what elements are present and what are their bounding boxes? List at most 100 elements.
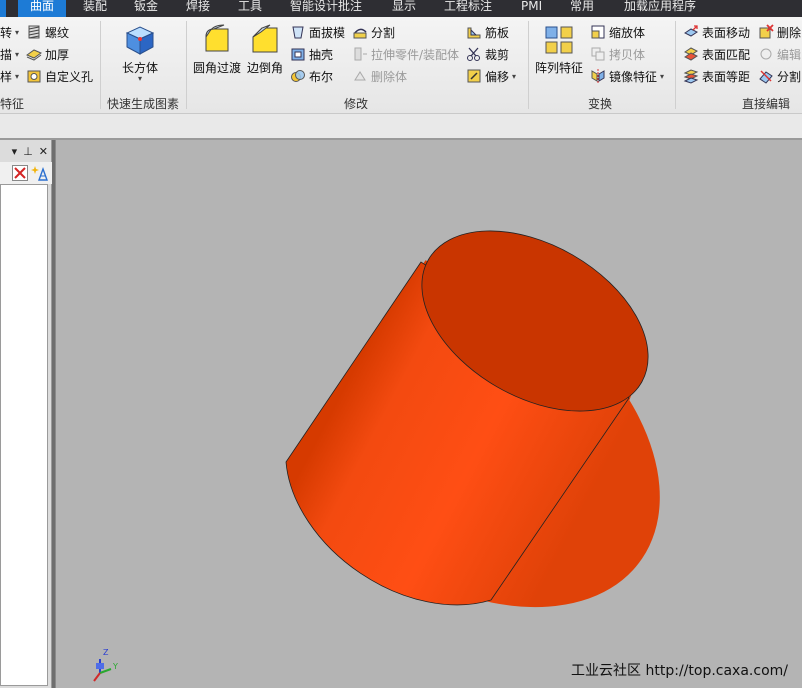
mirror-feature-button[interactable]: 镜像特征 ▾: [590, 66, 664, 86]
custom-hole-icon: [27, 70, 41, 83]
scissors-icon: [467, 47, 480, 61]
tab-welding[interactable]: 焊接: [186, 0, 210, 17]
pattern-feature-button[interactable]: 阵列特征: [535, 23, 583, 76]
chevron-down-icon: ▾: [512, 71, 517, 81]
rib-button[interactable]: 筋板: [466, 22, 509, 42]
design-tree[interactable]: [0, 184, 48, 686]
fillet-icon: [205, 24, 229, 52]
tab-assembly[interactable]: 装配: [83, 0, 107, 17]
group-separator: [186, 21, 187, 109]
group-title-quick: 快速生成图素: [107, 97, 180, 111]
chevron-down-icon: ▾: [138, 74, 143, 83]
menu-tab-bar: 曲面 装配 钣金 焊接 工具 智能设计批注 显示 工程标注 PMI 常用 加载应…: [0, 0, 802, 17]
cube-icon: [125, 26, 155, 55]
tab-surface[interactable]: 曲面: [18, 0, 67, 17]
axis-z-label: Z: [103, 648, 109, 657]
sweep-button[interactable]: 描 ▾: [0, 44, 19, 64]
face-draft-button[interactable]: 面拔模: [290, 22, 345, 42]
delete-face-button[interactable]: 删除: [758, 22, 801, 42]
cancel-icon[interactable]: [12, 165, 28, 181]
stretch-icon: [354, 47, 367, 61]
tab-pmi[interactable]: PMI: [521, 0, 542, 17]
delete-body-icon: [354, 71, 366, 81]
boolean-label: 布尔: [309, 69, 334, 84]
toolbar-strip: [0, 114, 802, 140]
ribbon: 转 ▾ 螺纹 描 ▾ 加厚 样 ▾ 自定义孔 特征 长方体 ▾ 快速生成图素 圆…: [0, 17, 802, 114]
chevron-down-icon: ▾: [15, 49, 20, 59]
revolve-button[interactable]: 转 ▾: [0, 22, 19, 42]
shell-button[interactable]: 抽壳: [290, 44, 333, 64]
boolean-button[interactable]: 布尔: [290, 66, 333, 86]
delete-face-label: 删除: [777, 25, 802, 40]
pattern-icon: [545, 26, 573, 54]
thicken-label: 加厚: [45, 47, 70, 62]
watermark: 工业云社区 http://top.caxa.com/: [571, 663, 788, 679]
axis-y-label: Y: [113, 662, 118, 671]
cylinder-model[interactable]: [285, 194, 680, 608]
sparkle-icon[interactable]: [31, 164, 49, 182]
copy-icon: [591, 47, 605, 61]
edit-button[interactable]: 编辑: [758, 44, 801, 64]
offset-button[interactable]: 偏移 ▾: [466, 66, 516, 86]
tab-left-stub: [0, 0, 6, 17]
view-triad: Z Y: [86, 645, 126, 685]
split-icon: [353, 28, 367, 39]
chamfer-button[interactable]: 边倒角: [247, 23, 283, 76]
chamfer-icon: [252, 24, 278, 53]
split-button[interactable]: 分割: [352, 22, 395, 42]
edit-icon: [760, 48, 772, 60]
rib-label: 筋板: [485, 25, 510, 40]
design-tree-panel: ▾ ⊥ ✕: [0, 140, 52, 688]
tab-engineering-annotation[interactable]: 工程标注: [444, 0, 492, 17]
tab-tools[interactable]: 工具: [238, 0, 262, 17]
tab-add-ins[interactable]: 加载应用程序: [624, 0, 696, 17]
3d-viewport[interactable]: Z Y 工业云社区 http://top.caxa.com/: [55, 140, 802, 688]
move-face-button[interactable]: 表面移动: [683, 22, 750, 42]
shell-label: 抽壳: [309, 47, 334, 62]
group-title-direct-edit: 直接编辑: [742, 97, 791, 111]
boolean-icon: [291, 70, 305, 82]
loft-button[interactable]: 样 ▾: [0, 66, 19, 86]
tab-common[interactable]: 常用: [570, 0, 594, 17]
close-icon[interactable]: ✕: [39, 145, 48, 158]
thread-label: 螺纹: [45, 25, 70, 40]
stretch-part-label: 拉伸零件/装配体: [371, 47, 460, 62]
chevron-down-icon: ▾: [15, 71, 20, 81]
thread-button[interactable]: 螺纹: [26, 22, 69, 42]
match-face-button[interactable]: 表面匹配: [683, 44, 750, 64]
chamfer-label: 边倒角: [247, 61, 284, 75]
stretch-part-button[interactable]: 拉伸零件/装配体: [352, 44, 459, 64]
move-face-label: 表面移动: [702, 25, 751, 40]
thicken-button[interactable]: 加厚: [26, 44, 69, 64]
group-title-transform: 变换: [588, 97, 613, 111]
rib-icon: [467, 27, 481, 39]
custom-hole-button[interactable]: 自定义孔: [26, 66, 93, 86]
copy-body-button[interactable]: 拷贝体: [590, 44, 645, 64]
fillet-button[interactable]: 圆角过渡: [193, 23, 241, 76]
split-label: 分割: [371, 25, 396, 40]
tab-smart-annotation[interactable]: 智能设计批注: [290, 0, 362, 17]
group-separator: [675, 21, 676, 109]
custom-hole-label: 自定义孔: [45, 69, 94, 84]
group-separator: [100, 21, 101, 109]
delete-body-button[interactable]: 删除体: [352, 66, 407, 86]
panel-header: ▾ ⊥ ✕: [0, 142, 52, 160]
model-canvas[interactable]: [56, 140, 802, 688]
pin-icon[interactable]: ⊥: [23, 145, 33, 158]
match-face-label: 表面匹配: [702, 47, 751, 62]
fillet-label: 圆角过渡: [193, 61, 242, 75]
tab-display[interactable]: 显示: [392, 0, 416, 17]
face-draft-icon: [292, 26, 304, 39]
panel-dropdown-icon[interactable]: ▾: [12, 145, 18, 158]
trim-button[interactable]: 裁剪: [466, 44, 509, 64]
chevron-down-icon: ▾: [15, 27, 20, 37]
mirror-feature-label: 镜像特征: [609, 69, 658, 84]
thread-icon: [28, 25, 40, 39]
thicken-icon: [26, 49, 42, 61]
tab-sheet-metal[interactable]: 钣金: [134, 0, 158, 17]
scale-body-button[interactable]: 缩放体: [590, 22, 645, 42]
box-button[interactable]: 长方体 ▾: [122, 23, 158, 83]
scale-body-label: 缩放体: [609, 25, 646, 40]
split-face-button[interactable]: 分割: [758, 66, 801, 86]
equidistant-face-button[interactable]: 表面等距: [683, 66, 750, 86]
